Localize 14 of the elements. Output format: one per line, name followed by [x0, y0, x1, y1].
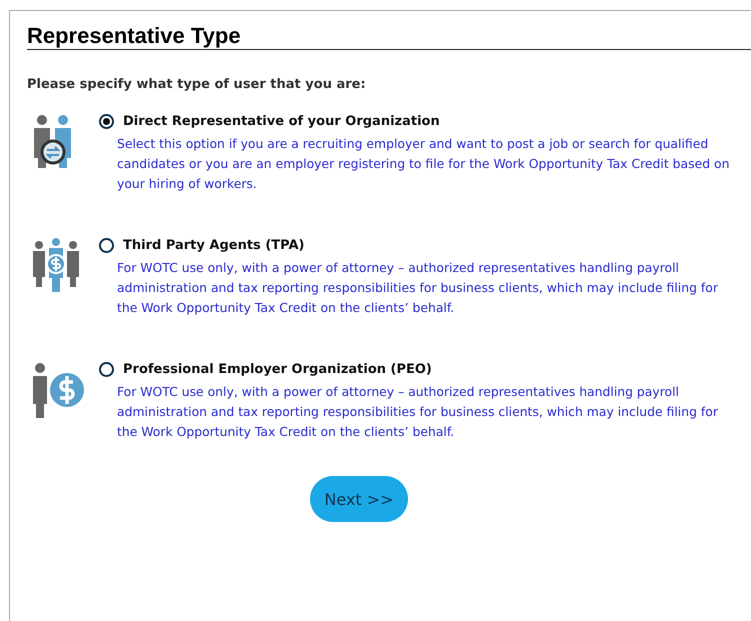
- option-description: For WOTC use only, with a power of attorney – authorized representatives handling payroll administration and tax reporting responsibilities for business clients, which may include filing for the Work Opportunity Tax Credit on the clients’ behalf.: [117, 383, 719, 441]
- option-description: Select this option if you are a recruiting employer and want to post a job or search for qualified candidates or you are an employer registering to file for the Work Opportunity Tax Credit based on your hiring of workers.: [117, 135, 730, 193]
- option-description: For WOTC use only, with a power of attorney – authorized representatives handling payroll administration and tax reporting responsibilities for business clients, which may include filing for the Work Opportunity Tax Credit on the clients’ behalf.: [117, 259, 719, 317]
- radio-button[interactable]: [99, 238, 114, 253]
- option-label[interactable]: Professional Employer Organization (PEO): [123, 362, 432, 377]
- option-label[interactable]: Third Party Agents (TPA): [123, 238, 304, 253]
- radio-button[interactable]: [99, 362, 114, 377]
- next-button[interactable]: Next >>: [310, 476, 408, 522]
- group-dollar-icon: [31, 238, 81, 292]
- person-dollar-icon: [31, 362, 85, 418]
- section-title: Representative Type: [27, 23, 751, 50]
- prompt-text: Please specify what type of user that you are:: [27, 77, 367, 92]
- radio-button[interactable]: [99, 114, 114, 129]
- option-label[interactable]: Direct Representative of your Organization: [123, 114, 440, 129]
